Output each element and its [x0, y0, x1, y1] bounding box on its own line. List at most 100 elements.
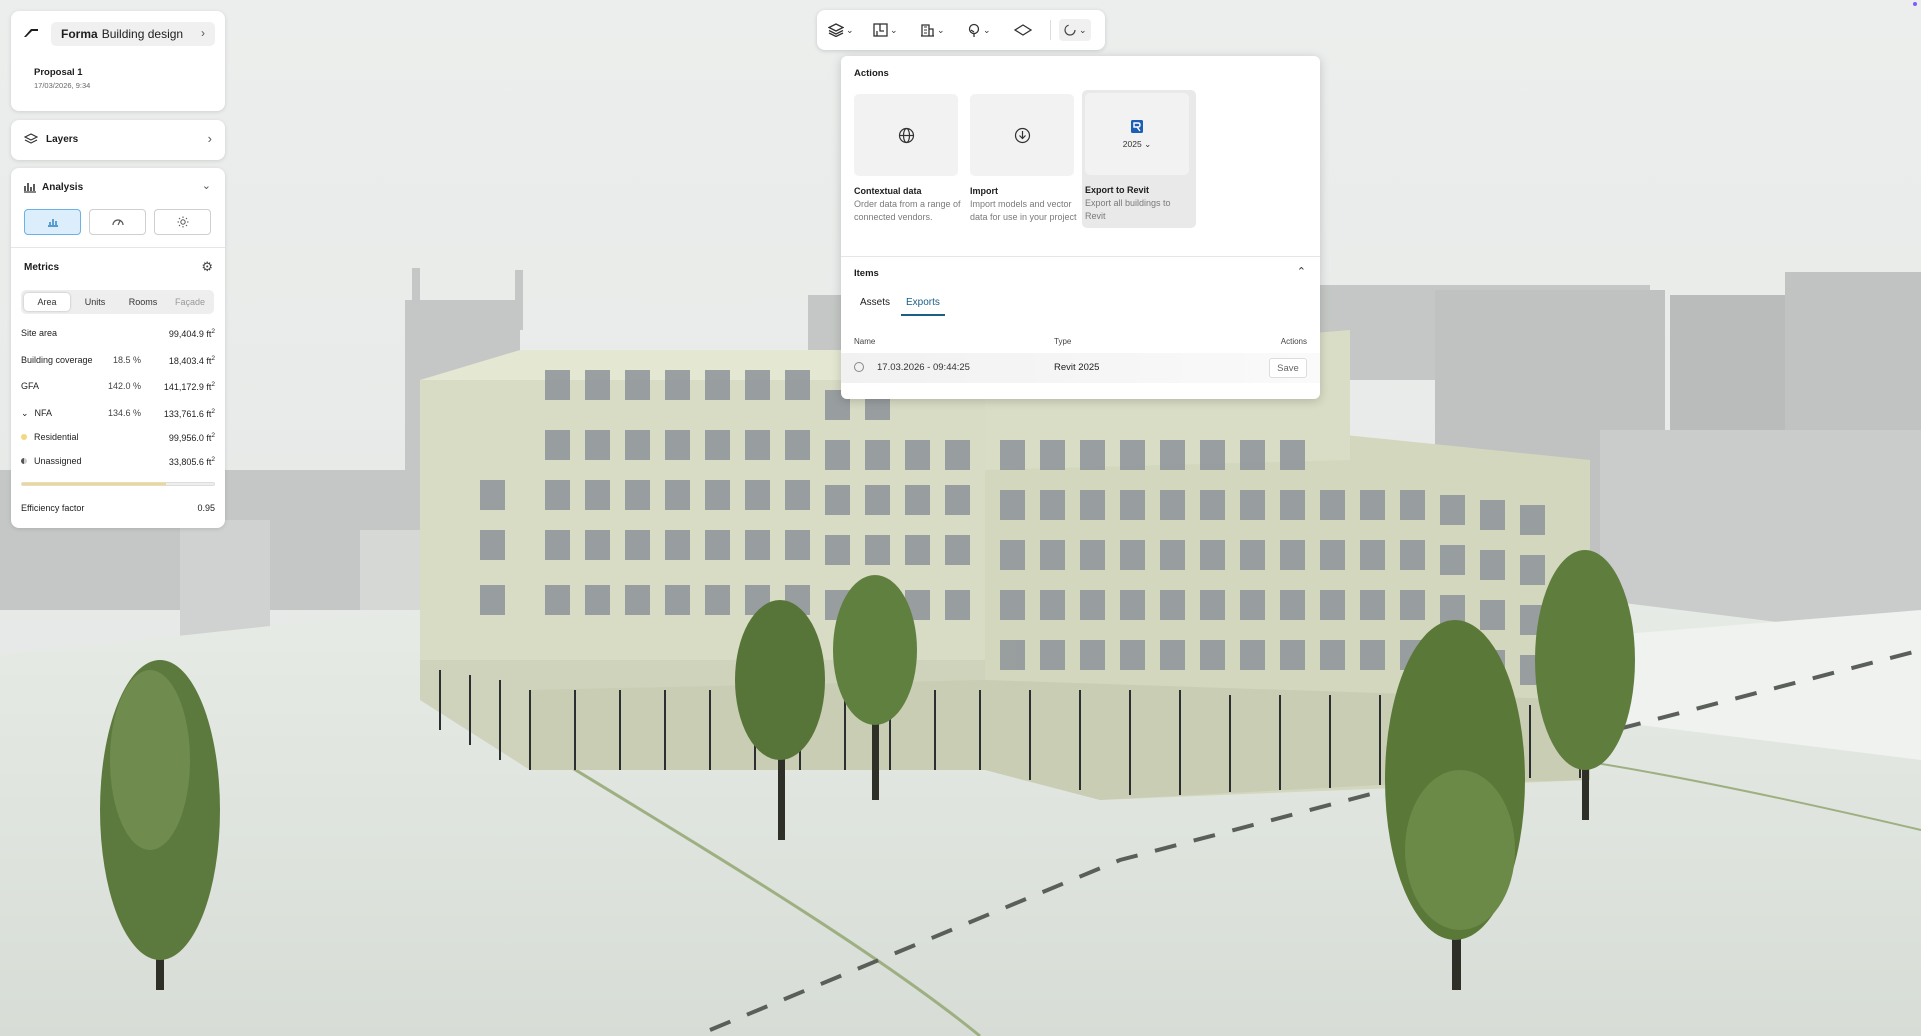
- layers-icon: [24, 133, 38, 144]
- metric-value: 99,404.9 ft2: [168, 328, 215, 339]
- progress-fill: [22, 483, 166, 485]
- metric-value: 18,403.4 ft2: [168, 355, 215, 366]
- chevron-down-icon: ⌄: [1079, 24, 1087, 35]
- sun-analysis-button[interactable]: [154, 209, 211, 235]
- action-title: Contextual data: [854, 186, 922, 196]
- metric-percent: 142.0 %: [107, 381, 141, 391]
- chevron-down-icon: ⌄: [937, 24, 945, 35]
- gauge-analysis-button[interactable]: [89, 209, 146, 235]
- proposal-date: 17/03/2026, 9:34: [34, 81, 91, 90]
- tab-assets[interactable]: Assets: [860, 297, 890, 308]
- building-icon: [921, 24, 934, 37]
- action-tile[interactable]: [854, 94, 958, 176]
- metric-value: 99,956.0 ft2: [168, 432, 215, 443]
- action-title: Export to Revit: [1085, 185, 1150, 195]
- metric-label: Building coverage: [21, 355, 93, 365]
- action-description: Export all buildings to Revit: [1085, 198, 1171, 221]
- items-heading: Items: [854, 268, 879, 279]
- table-row: 17.03.2026 - 09:44:25 Revit 2025 Save: [841, 353, 1320, 383]
- tab-area[interactable]: Area: [24, 293, 70, 311]
- analysis-chart-icon: [24, 183, 36, 193]
- action-contextual-data[interactable]: Contextual data Order data from a range …: [854, 94, 962, 223]
- chevron-right-icon: ›: [201, 26, 205, 40]
- stack-icon: [828, 23, 844, 37]
- toolbar-building-dropdown[interactable]: ⌄: [920, 19, 945, 41]
- metric-label: Site area: [21, 328, 58, 338]
- brand-name: Forma: [61, 27, 98, 41]
- divider: [11, 247, 225, 248]
- residential-color-dot: [21, 434, 27, 440]
- revit-icon: [1131, 119, 1143, 133]
- metric-value: 33,805.6 ft2: [168, 456, 215, 467]
- tab-exports[interactable]: Exports: [906, 297, 940, 308]
- export-name: 17.03.2026 - 09:44:25: [877, 362, 970, 373]
- divider: [841, 256, 1320, 257]
- top-toolbar: ⌄ ⌄ ⌄ ⌄ ⌄: [817, 10, 1105, 50]
- toolbar-integrations-dropdown[interactable]: ⌄: [1059, 19, 1091, 41]
- metric-label: GFA: [21, 381, 40, 391]
- spinner-icon: [1064, 24, 1076, 36]
- action-description: Order data from a range of connected ven…: [854, 199, 961, 222]
- active-tab-indicator: [901, 314, 945, 316]
- plane-icon: [1014, 24, 1032, 36]
- metric-percent: 134.6 %: [107, 408, 141, 418]
- column-header-type: Type: [1054, 337, 1072, 346]
- metric-row-gfa: GFA 142.0 % 141,172.9 ft2: [21, 381, 215, 395]
- chevron-down-icon: ⌄: [846, 24, 854, 35]
- expand-chevron-icon[interactable]: ⌄: [21, 408, 29, 418]
- metric-row-unassigned: Unassigned 33,805.6 ft2: [21, 456, 215, 470]
- save-button[interactable]: Save: [1269, 358, 1307, 378]
- actions-heading: Actions: [854, 68, 889, 79]
- metrics-tabs: Area Units Rooms Façade: [21, 290, 214, 314]
- forma-logo-icon: [24, 29, 38, 37]
- chevron-up-icon[interactable]: ⌃: [1297, 265, 1306, 278]
- chevron-right-icon: ›: [207, 131, 212, 146]
- unassigned-color-dot: [21, 458, 27, 464]
- tab-units[interactable]: Units: [72, 293, 118, 311]
- chevron-down-icon[interactable]: ⌄: [202, 179, 211, 192]
- proposal-name[interactable]: Proposal 1: [34, 67, 83, 78]
- settings-gear-icon[interactable]: ⚙: [201, 259, 213, 275]
- metric-row-residential: Residential 99,956.0 ft2: [21, 432, 215, 446]
- metric-label: Efficiency factor: [21, 503, 85, 513]
- metric-row-building-coverage: Building coverage 18.5 % 18,403.4 ft2: [21, 355, 215, 369]
- floorplan-icon: [873, 23, 888, 37]
- tab-facade[interactable]: Façade: [167, 293, 213, 311]
- metric-value: 141,172.9 ft2: [163, 381, 215, 392]
- analysis-label: Analysis: [42, 182, 84, 193]
- gauge-icon: [111, 219, 124, 226]
- analysis-panel: Analysis ⌄ Metrics ⚙ Area Units Rooms Fa…: [11, 168, 225, 528]
- revit-version-select[interactable]: 2025 ⌄: [1123, 139, 1151, 150]
- action-tile[interactable]: 2025 ⌄: [1085, 93, 1189, 175]
- metric-row-site-area: Site area 99,404.9 ft2: [21, 328, 215, 342]
- chevron-down-icon: ⌄: [1144, 138, 1152, 149]
- toolbar-divider: [1050, 20, 1051, 40]
- sun-icon: [177, 216, 188, 228]
- area-analysis-button[interactable]: [24, 209, 81, 235]
- tree-icon: [968, 23, 980, 37]
- action-description: Import models and vector data for use in…: [970, 199, 1077, 222]
- toolbar-layers-dropdown[interactable]: ⌄: [828, 19, 854, 41]
- project-card: Forma Building design › Proposal 1 17/03…: [11, 11, 225, 111]
- action-export-to-revit[interactable]: 2025 ⌄ Export to Revit Export all buildi…: [1082, 90, 1196, 228]
- notification-dot: [1913, 2, 1917, 6]
- metric-label: Residential: [21, 432, 79, 442]
- product-name: Building design: [101, 27, 184, 41]
- action-tile[interactable]: [970, 94, 1074, 176]
- toolbar-vegetation-dropdown[interactable]: ⌄: [966, 19, 991, 41]
- action-title: Import: [970, 186, 998, 196]
- action-import[interactable]: Import Import models and vector data for…: [970, 94, 1078, 223]
- bar-chart-icon: [47, 219, 58, 227]
- column-header-name: Name: [854, 337, 876, 346]
- toolbar-floorplan-dropdown[interactable]: ⌄: [873, 19, 898, 41]
- tab-rooms[interactable]: Rooms: [120, 293, 166, 311]
- layers-panel-toggle[interactable]: Layers ›: [11, 120, 225, 160]
- metric-percent: 18.5 %: [112, 355, 141, 365]
- toolbar-surface-button[interactable]: [1014, 19, 1032, 41]
- metric-row-nfa[interactable]: ⌄ NFA 134.6 % 133,761.6 ft2: [21, 408, 215, 422]
- import-icon: [1014, 127, 1030, 143]
- metric-label: ⌄ NFA: [21, 408, 53, 418]
- metric-value: 0.95: [197, 503, 215, 513]
- integrations-dropdown-panel: Actions Contextual data Order data from …: [841, 56, 1320, 399]
- product-switcher-button[interactable]: Forma Building design ›: [51, 22, 215, 46]
